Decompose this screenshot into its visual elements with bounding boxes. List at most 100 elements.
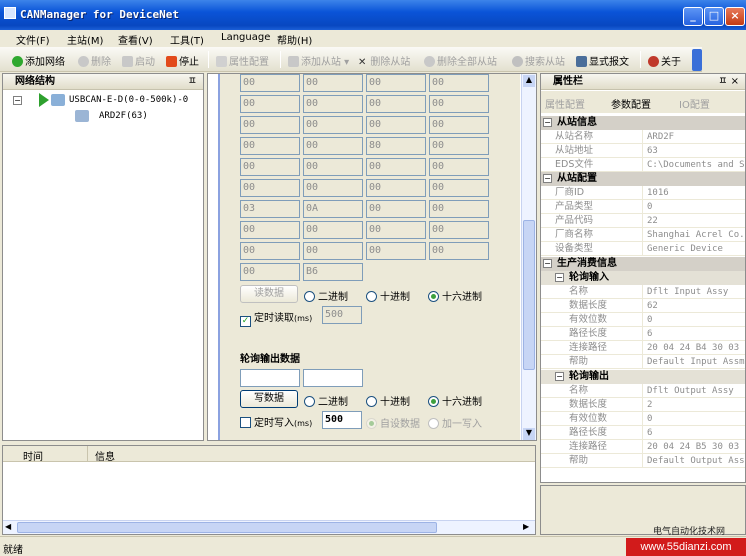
input-cell[interactable]: 00 — [366, 221, 426, 239]
input-cell[interactable]: 00 — [429, 158, 489, 176]
pin-icon[interactable]: ㅍ — [188, 74, 197, 90]
read-binary-radio[interactable]: 二进制 — [304, 288, 348, 303]
input-cell[interactable]: 00 — [366, 200, 426, 218]
timed-write-interval[interactable]: 500 — [322, 411, 362, 429]
input-cell[interactable]: B6 — [303, 263, 363, 281]
tree-device-node[interactable]: ARD2F(63) — [99, 111, 148, 121]
scroll-left-icon[interactable]: ◀ — [5, 522, 11, 531]
search-slave-button[interactable]: 搜索从站 — [512, 53, 565, 68]
panel-close-icon[interactable]: ㅍ × — [718, 74, 739, 90]
stop-button[interactable]: 停止 — [166, 53, 199, 68]
input-cell[interactable]: 00 — [429, 116, 489, 134]
input-cell[interactable]: 00 — [429, 242, 489, 260]
maximize-button[interactable]: □ — [704, 7, 724, 26]
menu-file[interactable]: 文件(F) — [16, 32, 50, 47]
show-frames-button[interactable]: 显式报文 — [576, 53, 629, 68]
scroll-right-icon[interactable]: ▶ — [523, 522, 529, 531]
input-cell[interactable]: 00 — [303, 158, 363, 176]
toolbar-overflow[interactable] — [692, 49, 702, 71]
menu-help[interactable]: 帮助(H) — [277, 32, 312, 47]
close-button[interactable]: × — [725, 7, 745, 26]
start-button[interactable]: 启动 — [122, 53, 155, 68]
write-data-button[interactable]: 写数据 — [240, 390, 298, 408]
input-cell[interactable]: 00 — [366, 116, 426, 134]
timed-write-checkbox[interactable]: 定时写入(ms) — [240, 414, 312, 429]
add-slave-button[interactable]: 添加从站 ▾ — [288, 53, 349, 68]
section-poll-output[interactable]: − 轮询输出 — [541, 370, 745, 384]
section-produce-consume[interactable]: − 生产消费信息 — [541, 257, 745, 271]
auto-data-radio[interactable]: 自设数据 — [366, 415, 420, 430]
collapse-icon[interactable]: − — [13, 96, 22, 105]
write-hex-radio[interactable]: 十六进制 — [428, 393, 482, 408]
menu-master[interactable]: 主站(M) — [67, 32, 103, 47]
input-cell[interactable]: 00 — [240, 95, 300, 113]
input-cell[interactable]: 00 — [366, 242, 426, 260]
input-cell[interactable]: 00 — [240, 158, 300, 176]
section-poll-input[interactable]: − 轮询输入 — [541, 271, 745, 285]
read-hex-radio[interactable]: 十六进制 — [428, 288, 482, 303]
timed-read-interval[interactable]: 500 — [322, 306, 362, 324]
section-slave-info[interactable]: − 从站信息 — [541, 116, 745, 130]
tab-properties[interactable]: 属性配置 — [545, 96, 585, 111]
write-binary-radio[interactable]: 二进制 — [304, 393, 348, 408]
input-cell[interactable]: 00 — [429, 74, 489, 92]
read-data-button[interactable]: 读数据 — [240, 285, 298, 303]
input-cell[interactable]: 03 — [240, 200, 300, 218]
about-button[interactable]: 关于 — [648, 53, 681, 68]
input-cell[interactable]: 00 — [240, 179, 300, 197]
read-decimal-radio[interactable]: 十进制 — [366, 288, 410, 303]
device-panel-scrollbar[interactable]: ▲ ▼ — [521, 74, 536, 440]
log-col-time[interactable]: 时间 — [23, 448, 43, 463]
input-cell[interactable]: 00 — [303, 221, 363, 239]
input-cell[interactable]: 0A — [303, 200, 363, 218]
input-cell[interactable]: 00 — [429, 221, 489, 239]
delete-all-slaves-button[interactable]: 删除全部从站 — [424, 53, 497, 68]
input-cell[interactable]: 00 — [240, 263, 300, 281]
log-col-info[interactable]: 信息 — [95, 448, 115, 463]
input-cell[interactable]: 00 — [429, 137, 489, 155]
input-cell[interactable]: 00 — [240, 242, 300, 260]
input-cell[interactable]: 00 — [240, 221, 300, 239]
timed-read-checkbox[interactable]: ✓ 定时读取(ms) — [240, 309, 312, 327]
menu-tools[interactable]: 工具(T) — [170, 32, 204, 47]
tab-parameters[interactable]: 参数配置 — [611, 96, 651, 111]
input-cell[interactable]: 00 — [240, 116, 300, 134]
section-slave-config[interactable]: − 从站配置 — [541, 172, 745, 186]
input-cell[interactable]: 00 — [366, 179, 426, 197]
input-cell[interactable]: 00 — [366, 74, 426, 92]
input-cell[interactable]: 00 — [303, 242, 363, 260]
menu-language[interactable]: Language — [221, 32, 270, 43]
input-cell[interactable]: 00 — [303, 137, 363, 155]
add-network-button[interactable]: 添加网络 — [12, 53, 65, 68]
input-cell[interactable]: 00 — [366, 95, 426, 113]
prop-row: 连接路径 20 04 24 B5 30 03 — [541, 440, 745, 454]
log-hscrollbar[interactable]: ◀ ▶ — [3, 520, 535, 534]
tab-io[interactable]: IO配置 — [679, 96, 710, 111]
input-cell[interactable]: 00 — [366, 158, 426, 176]
scroll-down-icon[interactable]: ▼ — [523, 428, 535, 440]
plus-one-radio[interactable]: 加一写入 — [428, 415, 482, 430]
add-icon — [12, 56, 23, 67]
input-cell[interactable]: 00 — [303, 95, 363, 113]
input-cell[interactable]: 00 — [429, 179, 489, 197]
write-decimal-radio[interactable]: 十进制 — [366, 393, 410, 408]
input-cell[interactable]: 00 — [240, 74, 300, 92]
scroll-thumb[interactable] — [523, 220, 535, 370]
input-cell[interactable]: 00 — [303, 179, 363, 197]
input-cell[interactable]: 00 — [240, 137, 300, 155]
properties-button[interactable]: 属性配置 — [216, 53, 269, 68]
minimize-button[interactable]: _ — [683, 7, 703, 26]
tree-network-node[interactable]: USBCAN-E-D(0-0-500k)-0 — [69, 95, 188, 105]
input-cell[interactable]: 00 — [303, 74, 363, 92]
delete-button[interactable]: 删除 — [78, 53, 111, 68]
menu-view[interactable]: 查看(V) — [118, 32, 153, 47]
input-cell[interactable]: 80 — [366, 137, 426, 155]
input-cell[interactable]: 00 — [429, 95, 489, 113]
log-scroll-thumb[interactable] — [17, 522, 437, 533]
input-cell[interactable]: 00 — [429, 200, 489, 218]
output-cell[interactable] — [303, 369, 363, 387]
output-cell[interactable] — [240, 369, 300, 387]
delete-slave-button[interactable]: ✕ 删除从站 — [358, 53, 410, 68]
input-cell[interactable]: 00 — [303, 116, 363, 134]
scroll-up-icon[interactable]: ▲ — [523, 75, 535, 87]
